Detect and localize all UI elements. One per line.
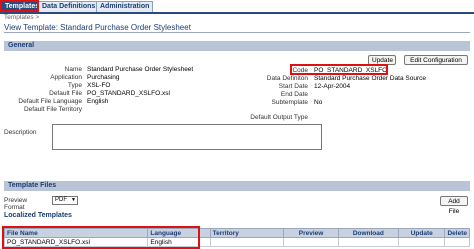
column-update: Update xyxy=(397,228,446,238)
start-date-label: Start Date xyxy=(278,83,308,90)
column-delete: Delete xyxy=(444,228,470,238)
default-file-language-value: English xyxy=(87,98,109,105)
description-label: Description xyxy=(4,129,37,136)
data-definition-value: Standard Purchase Order Data Source xyxy=(314,75,427,82)
template-files-section-header: Template Files xyxy=(4,181,470,191)
page-title: View Template: Standard Purchase Order S… xyxy=(4,23,191,32)
type-value: XSL-FO xyxy=(87,82,111,89)
highlight-box-localized-row xyxy=(2,226,200,249)
application-value: Purchasing xyxy=(87,74,120,81)
preview-cell[interactable] xyxy=(283,237,339,247)
tab-data-definitions[interactable]: Data Definitions xyxy=(38,1,100,12)
general-section-header: General xyxy=(4,41,470,51)
default-file-label: Default File xyxy=(49,90,82,97)
start-date-value: 12-Apr-2004 xyxy=(314,83,351,90)
delete-cell[interactable] xyxy=(444,237,470,247)
data-definition-label: Data Definiton xyxy=(266,75,308,82)
tab-administration[interactable]: Administration xyxy=(96,1,154,12)
highlight-box-templates-tab xyxy=(0,0,39,12)
name-value: Standard Purchase Order Stylesheet xyxy=(87,66,194,73)
default-file-territory-label: Default File Territory xyxy=(23,106,82,113)
territory-cell xyxy=(209,237,285,247)
highlight-box-code xyxy=(290,64,388,75)
preview-format-select[interactable]: PDF ▼ xyxy=(52,196,78,205)
default-output-type-label: Default Output Type xyxy=(250,114,308,121)
application-label: Application xyxy=(50,74,82,81)
subtemplate-value: No xyxy=(314,99,323,106)
title-divider xyxy=(4,32,470,33)
type-label: Type xyxy=(67,82,82,89)
download-cell[interactable] xyxy=(337,237,400,247)
edit-configuration-button[interactable]: Edit Configuration xyxy=(404,55,468,65)
end-date-label: End Date xyxy=(280,91,308,98)
localized-templates-header: Localized Templates xyxy=(4,212,72,219)
column-territory: Territory xyxy=(209,228,285,238)
tab-bar: Templates Data Definitions Administratio… xyxy=(0,0,474,14)
subtemplate-label: Subtemplate xyxy=(271,99,309,106)
preview-format-label: Preview Format xyxy=(4,197,28,211)
chevron-down-icon: ▼ xyxy=(71,197,76,203)
column-download: Download xyxy=(337,228,400,238)
description-field[interactable] xyxy=(52,124,322,150)
breadcrumb[interactable]: Templates > xyxy=(4,14,39,21)
column-preview: Preview xyxy=(283,228,339,238)
default-file-language-label: Default File Language xyxy=(18,98,82,105)
name-label: Name xyxy=(64,66,82,73)
default-file-value: PO_STANDARD_XSLFO.xsl xyxy=(87,90,170,97)
preview-format-value: PDF xyxy=(55,197,67,203)
update-cell[interactable] xyxy=(397,237,446,247)
add-file-button[interactable]: Add File xyxy=(440,196,468,215)
